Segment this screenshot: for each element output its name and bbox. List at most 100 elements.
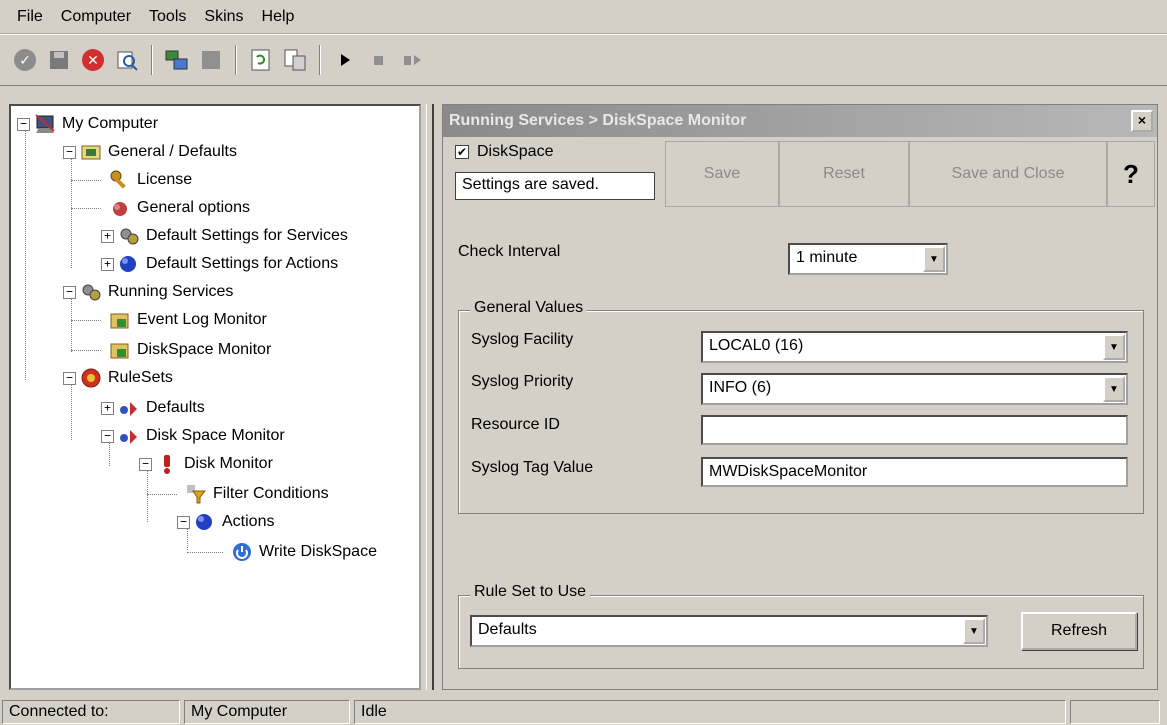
tree-item-rulesets[interactable]: − RuleSets <box>63 364 173 392</box>
check-interval-label: Check Interval <box>458 243 561 260</box>
collapse-icon[interactable]: − <box>17 117 30 131</box>
tree-item-running-services[interactable]: − Running Services <box>63 278 233 306</box>
tree-label: Defaults <box>146 399 205 416</box>
syslog-priority-label: Syslog Priority <box>471 373 574 390</box>
tree-item-event-log-monitor[interactable]: Event Log Monitor <box>109 306 267 334</box>
tree-line <box>71 320 101 321</box>
menu-computer[interactable]: Computer <box>52 8 140 26</box>
reset-button[interactable]: Reset <box>779 141 909 207</box>
toolbar-separator <box>151 45 153 75</box>
menu-file[interactable]: File <box>8 8 52 26</box>
tree-item-my-computer[interactable]: − My Computer <box>17 110 158 138</box>
expand-icon[interactable]: + <box>101 257 114 271</box>
save-and-close-button[interactable]: Save and Close <box>909 141 1107 207</box>
collapse-icon[interactable]: − <box>101 429 114 443</box>
play-icon[interactable] <box>330 45 360 75</box>
tree-item-actions[interactable]: − Actions <box>177 508 274 536</box>
check-icon[interactable]: ✓ <box>10 45 40 75</box>
tree-item-filter-conditions[interactable]: Filter Conditions <box>185 480 329 508</box>
gears-icon <box>118 225 140 247</box>
collapse-icon[interactable]: − <box>63 285 76 299</box>
tree-label: My Computer <box>62 115 159 132</box>
tree-label: Filter Conditions <box>213 485 329 502</box>
toolbar-separator <box>319 45 321 75</box>
step-icon[interactable] <box>398 45 428 75</box>
tree-line <box>71 208 101 209</box>
tree-label: Write DiskSpace <box>259 543 377 560</box>
panel-title: Running Services > DiskSpace Monitor <box>449 112 747 129</box>
ruleset-select[interactable]: Defaults ▼ <box>470 615 988 647</box>
tree-label: Default Settings for Actions <box>146 255 339 272</box>
menu-skins[interactable]: Skins <box>195 8 252 26</box>
status-message: Settings are saved. <box>455 172 655 200</box>
tree-item-disk-monitor[interactable]: − Disk Monitor <box>139 450 273 478</box>
tree-item-default-actions[interactable]: + Default Settings for Actions <box>101 250 338 278</box>
tree-label: DiskSpace Monitor <box>137 341 272 358</box>
refresh-icon[interactable] <box>246 45 276 75</box>
enabled-checkbox[interactable]: ✔ <box>455 144 469 159</box>
chevron-down-icon[interactable]: ▼ <box>963 618 985 644</box>
tree-line <box>71 180 101 181</box>
tree-item-defaults[interactable]: + Defaults <box>101 394 205 422</box>
syslog-tag-field[interactable]: MWDiskSpaceMonitor <box>701 457 1128 487</box>
menu-tools[interactable]: Tools <box>140 8 195 26</box>
rule-icon <box>118 397 140 419</box>
key-icon <box>109 169 131 191</box>
network-icon[interactable] <box>162 45 192 75</box>
tree-label: Disk Monitor <box>184 455 273 472</box>
exclamation-icon <box>156 453 178 475</box>
tree-item-default-services[interactable]: + Default Settings for Services <box>101 222 348 250</box>
tree-item-write-diskspace[interactable]: Write DiskSpace <box>231 538 377 566</box>
collapse-icon[interactable]: − <box>139 457 152 471</box>
refresh-button[interactable]: Refresh <box>1021 612 1137 650</box>
tree-item-general-options[interactable]: General options <box>109 194 250 222</box>
collapse-icon[interactable]: − <box>177 515 190 529</box>
tree-item-license[interactable]: License <box>109 166 192 194</box>
tree-label: RuleSets <box>108 369 173 386</box>
expand-icon[interactable]: + <box>101 401 114 415</box>
chevron-down-icon[interactable]: ▼ <box>1103 376 1125 402</box>
syslog-facility-select[interactable]: LOCAL0 (16) ▼ <box>701 331 1128 363</box>
expand-icon[interactable]: + <box>101 229 114 243</box>
help-button[interactable]: ? <box>1107 141 1155 207</box>
tree-line <box>71 158 72 268</box>
syslog-facility-value: LOCAL0 (16) <box>709 337 804 354</box>
stop-square-icon[interactable] <box>364 45 394 75</box>
configure-icon[interactable] <box>280 45 310 75</box>
chevron-down-icon[interactable]: ▼ <box>923 246 945 272</box>
collapse-icon[interactable]: − <box>63 371 76 385</box>
tree-line <box>71 384 72 440</box>
tree-line <box>147 494 177 495</box>
check-interval-select[interactable]: 1 minute ▼ <box>788 243 948 275</box>
syslog-tag-label: Syslog Tag Value <box>471 459 594 476</box>
folder-icon <box>80 141 102 163</box>
ruleset-value: Defaults <box>478 621 537 638</box>
disabled-icon[interactable] <box>196 45 226 75</box>
resize-grip[interactable] <box>1070 699 1160 724</box>
computer-icon <box>34 113 56 135</box>
syslog-facility-label: Syslog Facility <box>471 331 574 348</box>
syslog-priority-select[interactable]: INFO (6) ▼ <box>701 373 1128 405</box>
tree-label: Actions <box>222 513 275 530</box>
configuration-tree[interactable]: − My Computer − General / Defaults Licen… <box>9 104 421 690</box>
tree-label: Default Settings for Services <box>146 227 348 244</box>
save-button[interactable]: Save <box>665 141 779 207</box>
close-button[interactable]: × <box>1131 110 1153 132</box>
menu-help[interactable]: Help <box>253 8 304 26</box>
resource-id-field[interactable] <box>701 415 1128 445</box>
collapse-icon[interactable]: − <box>63 145 76 159</box>
filter-icon <box>185 483 207 505</box>
service-icon <box>109 309 131 331</box>
splitter-handle[interactable] <box>426 104 434 690</box>
tree-label: General options <box>137 199 250 216</box>
stop-icon[interactable]: ✕ <box>78 45 108 75</box>
chevron-down-icon[interactable]: ▼ <box>1103 334 1125 360</box>
tree-item-general-defaults[interactable]: − General / Defaults <box>63 138 237 166</box>
search-icon[interactable] <box>112 45 142 75</box>
tree-item-diskspace-monitor[interactable]: DiskSpace Monitor <box>109 336 271 364</box>
tree-label: Running Services <box>108 283 234 300</box>
enabled-checkbox-area[interactable]: ✔ DiskSpace <box>455 143 553 161</box>
tree-item-disk-space-monitor[interactable]: − Disk Space Monitor <box>101 422 285 450</box>
save-icon[interactable] <box>44 45 74 75</box>
toolbar-separator <box>235 45 237 75</box>
